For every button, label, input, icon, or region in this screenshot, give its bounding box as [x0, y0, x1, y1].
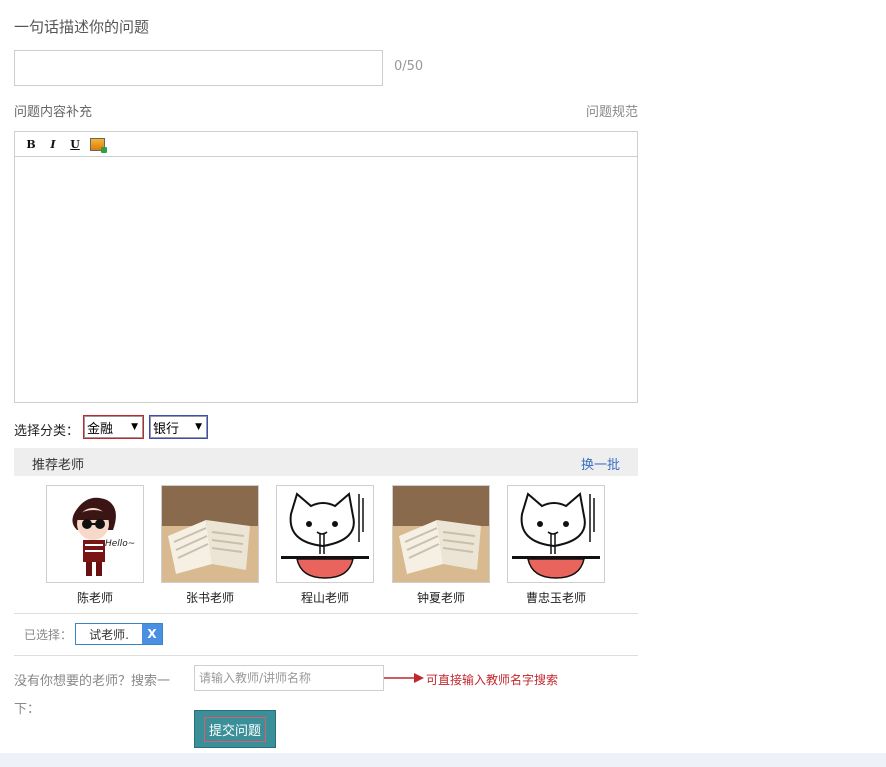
question-rules-link[interactable]: 问题规范 [586, 101, 638, 120]
italic-button[interactable]: I [45, 136, 61, 152]
rich-text-editor: B I U [14, 131, 638, 403]
teacher-name: 陈老师 [76, 591, 113, 605]
category-secondary-select[interactable]: 银行 ▼ [149, 415, 208, 439]
teacher-name: 曹忠玉老师 [525, 591, 586, 605]
teacher-name: 张书老师 [185, 591, 234, 605]
selected-label: 已选择： [24, 628, 73, 642]
submit-label: 提交问题 [203, 716, 266, 742]
swap-batch-link[interactable]: 换一批 [581, 454, 620, 473]
recommended-title: 推荐老师 [32, 458, 85, 473]
cartoon-cat-image [277, 486, 373, 582]
editor-content-area[interactable] [15, 157, 637, 403]
hello-text: Hello~ [105, 539, 135, 549]
teacher-card[interactable]: Hello~ 陈老师 [46, 485, 144, 606]
bold-button[interactable]: B [23, 136, 39, 152]
teacher-photo [507, 485, 605, 583]
arrow-right-icon [384, 673, 424, 683]
teacher-search-input[interactable] [194, 665, 384, 691]
teacher-photo [392, 485, 490, 583]
teacher-card[interactable]: 程山老师 [276, 485, 374, 606]
remove-teacher-button[interactable]: X [142, 624, 162, 644]
recommended-header: 推荐老师 换一批 [14, 448, 638, 476]
selected-teacher-name: 试老师. [89, 627, 129, 642]
teacher-card[interactable]: 张书老师 [161, 485, 259, 606]
divider [14, 655, 638, 656]
category-primary-value: 金融 [87, 421, 114, 437]
chevron-down-icon: ▼ [195, 422, 202, 432]
teacher-card[interactable]: 钟夏老师 [392, 485, 490, 606]
divider [14, 613, 638, 614]
cartoon-cat-image [508, 486, 604, 582]
chevron-down-icon: ▼ [131, 422, 138, 432]
teacher-photo [276, 485, 374, 583]
question-title-label: 一句话描述你的问题 [14, 18, 150, 36]
insert-image-icon [89, 137, 107, 153]
selected-teacher-tag: 试老师. X [75, 623, 163, 645]
editor-toolbar: B I U [15, 132, 637, 157]
search-hint: 可直接输入教师名字搜索 [426, 673, 559, 687]
char-counter: 0/50 [394, 59, 424, 74]
teacher-card[interactable]: 曹忠玉老师 [507, 485, 605, 606]
teacher-photo: Hello~ [46, 485, 144, 583]
submit-question-button[interactable]: 提交问题 [194, 710, 276, 748]
insert-image-button[interactable] [89, 136, 107, 153]
footer-band [0, 753, 886, 767]
question-title-input[interactable] [14, 50, 383, 86]
underline-button[interactable]: U [67, 136, 83, 152]
supplement-label: 问题内容补充 [14, 105, 93, 120]
category-primary-select[interactable]: 金融 ▼ [83, 415, 144, 439]
search-prompt: 没有你想要的老师？搜索一下： [14, 674, 171, 717]
cartoon-girl-image: Hello~ [47, 486, 143, 582]
open-book-image [162, 486, 258, 582]
teacher-photo [161, 485, 259, 583]
category-label: 选择分类： [14, 424, 80, 439]
open-book-image [393, 486, 489, 582]
teacher-name: 程山老师 [300, 591, 349, 605]
teacher-name: 钟夏老师 [416, 591, 465, 605]
category-secondary-value: 银行 [153, 421, 180, 437]
